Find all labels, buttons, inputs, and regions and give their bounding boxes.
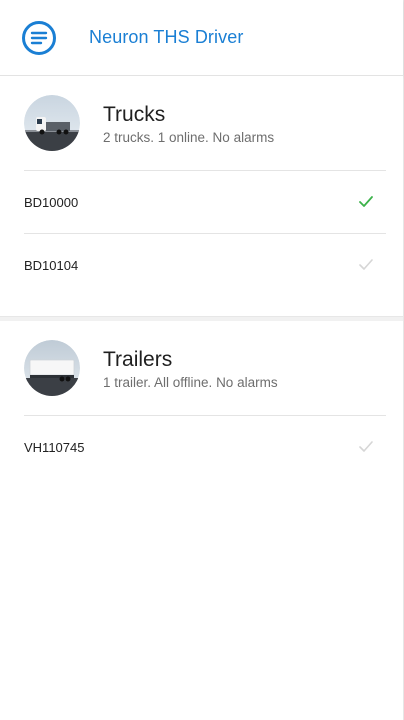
trailer-id-label: VH110745 (24, 439, 85, 455)
trucks-section: Trucks 2 trucks. 1 online. No alarms BD1… (0, 76, 403, 316)
truck-id-label: BD10000 (24, 194, 79, 210)
trailers-title: Trailers (103, 347, 173, 371)
offline-check-icon (359, 441, 373, 453)
truck-row-bd10000[interactable]: BD10000 (0, 171, 403, 233)
app-root: Neuron THS Driver Trucks 2 trucks. 1 onl… (0, 0, 404, 720)
truck-avatar-icon (24, 95, 80, 151)
offline-check-icon (359, 259, 373, 271)
trailer-avatar-icon (24, 340, 80, 396)
app-header: Neuron THS Driver (0, 0, 403, 76)
trailers-titles: Trailers 1 trailer. All offline. No alar… (103, 347, 278, 390)
trailers-section: Trailers 1 trailer. All offline. No alar… (0, 321, 403, 478)
trailers-subtitle: 1 trailer. All offline. No alarms (103, 374, 278, 390)
trucks-header[interactable]: Trucks 2 trucks. 1 online. No alarms (0, 76, 403, 170)
trucks-titles: Trucks 2 trucks. 1 online. No alarms (103, 102, 274, 145)
truck-row-bd10104[interactable]: BD10104 (0, 234, 403, 296)
trucks-subtitle: 2 trucks. 1 online. No alarms (103, 129, 275, 145)
online-check-icon (359, 196, 373, 208)
truck-id-label: BD10104 (24, 257, 79, 273)
trailer-row-vh110745[interactable]: VH110745 (0, 416, 403, 478)
trucks-title: Trucks (103, 102, 166, 126)
menu-circle-icon[interactable] (22, 20, 56, 55)
app-title: Neuron THS Driver (89, 27, 244, 47)
trailers-header[interactable]: Trailers 1 trailer. All offline. No alar… (0, 321, 403, 415)
